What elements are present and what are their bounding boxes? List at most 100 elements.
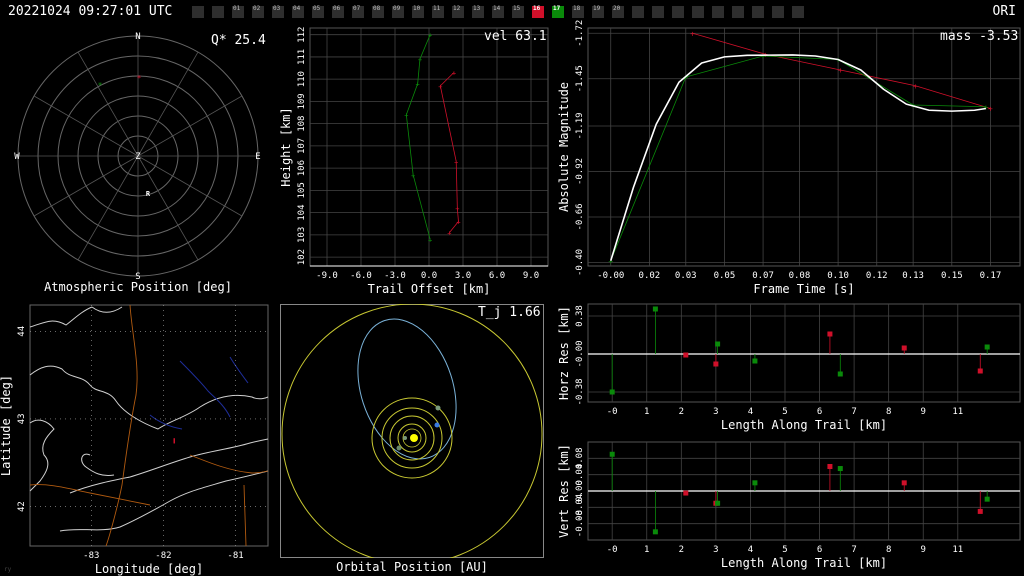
mass-label: mass -3.53 <box>940 29 1019 44</box>
y-tick-label: 102 <box>297 249 307 265</box>
residual-point <box>977 508 983 514</box>
station-cell <box>672 6 684 18</box>
x-tick-label: 1 <box>644 407 649 417</box>
x-tick-label: 5 <box>782 407 787 417</box>
x-tick-label: 6 <box>817 407 822 417</box>
x-tick-label: 1 <box>644 545 649 555</box>
residual-point <box>977 368 983 374</box>
residual-point <box>901 345 907 351</box>
station-cell: 02 <box>252 5 264 18</box>
polar-spoke <box>137 95 243 157</box>
x-tick-label: 6 <box>817 545 822 555</box>
station-cell: 18 <box>572 5 584 18</box>
trail-point: + <box>416 81 420 89</box>
station-cell-label: 20 <box>613 5 621 12</box>
compass-w: W <box>14 152 20 162</box>
compass-zenith: Z <box>135 152 141 162</box>
y-tick-label: 109 <box>297 93 307 109</box>
shower-code: ORI <box>992 4 1016 19</box>
x-tick-label: 0.03 <box>675 271 697 281</box>
planet-marker-3 <box>396 445 402 451</box>
x-tick-label: 4 <box>748 545 753 555</box>
vel-label: vel 63.1 <box>484 29 547 44</box>
atmospheric-title: Atmospheric Position [deg] <box>44 280 232 294</box>
station-cell: 14 <box>492 5 504 18</box>
residual-point <box>713 361 719 367</box>
x-tick-label: 0.0 <box>421 271 437 281</box>
polar-spoke <box>33 155 139 217</box>
station-cell: 11 <box>432 5 444 18</box>
x-tick-label: 9 <box>921 545 926 555</box>
station-cell-label: 04 <box>293 5 301 12</box>
x-tick-label: 3 <box>713 545 718 555</box>
x-tick-label: 4 <box>748 407 753 417</box>
y-tick-label: -0.66 <box>575 203 585 230</box>
station-cell-label: 14 <box>493 5 501 12</box>
x-axis-label: Longitude [deg] <box>95 562 203 576</box>
y-tick-label: 103 <box>297 227 307 243</box>
x-tick-label: 8 <box>886 545 891 555</box>
planet-marker <box>435 405 441 411</box>
polar-spoke <box>33 95 139 157</box>
x-tick-label: -3.0 <box>384 271 406 281</box>
y-axis-label: Height [km] <box>280 107 293 186</box>
polar-spoke <box>77 155 139 261</box>
magnitude-point: + <box>761 52 766 61</box>
x-axis-label: Frame Time [s] <box>753 282 854 296</box>
x-tick-label: -9.0 <box>316 271 338 281</box>
station-cell <box>692 6 704 18</box>
station-cell-label: 10 <box>413 5 421 12</box>
station-cell-label: 13 <box>473 5 481 12</box>
horizontal-residual-chart: -0 1 2 3 4 5 6 7 8 9 11 0.38 -0.00 -0.38 Length Along … <box>557 303 1021 432</box>
magnitude-point: + <box>983 103 988 112</box>
station-cell <box>732 6 744 18</box>
trail-point: + <box>428 236 432 244</box>
station-cell-label: 08 <box>373 5 381 12</box>
x-tick-label: 0.15 <box>941 271 963 281</box>
sun-marker <box>410 434 418 442</box>
atmospheric-polar-plot: N S E W Z R * * <box>14 32 260 280</box>
x-tick-label: 11 <box>952 407 963 417</box>
station-cell: 07 <box>352 5 364 18</box>
x-tick-label: 0.17 <box>980 271 1002 281</box>
magnitude-point: + <box>913 82 918 91</box>
y-axis-label: Latitude [deg] <box>0 375 13 476</box>
orbit-plot <box>280 304 544 558</box>
x-tick-label: 6.0 <box>489 271 505 281</box>
x-tick-label: 0.13 <box>902 271 924 281</box>
footer-mark: ry <box>4 566 12 573</box>
station-cell: 01 <box>232 5 244 18</box>
station-cell: 04 <box>292 5 304 18</box>
trail-point: + <box>411 172 415 180</box>
station-cell-label: 01 <box>233 5 241 12</box>
station-cell <box>632 6 644 18</box>
y-axis-label: Vert Res [km] <box>557 444 571 538</box>
station-cell: 12 <box>452 5 464 18</box>
x-tick-label: 11 <box>952 545 963 555</box>
station-cell <box>792 6 804 18</box>
residual-point <box>984 344 990 350</box>
trail-point: + <box>438 83 442 91</box>
residual-point <box>609 389 615 395</box>
x-tick-label: 0.02 <box>639 271 661 281</box>
y-tick-label: -0.38 <box>575 378 585 405</box>
x-tick-label: 0.08 <box>789 271 811 281</box>
x-axis-label: Length Along Trail [km] <box>721 418 887 432</box>
station-cell <box>212 6 224 18</box>
x-tick-label: -0.00 <box>597 271 624 281</box>
station-cell-label: 02 <box>253 5 261 12</box>
timestamp: 20221024 09:27:01 UTC <box>8 4 173 19</box>
y-axis-label: Horz Res [km] <box>557 306 571 400</box>
x-tick-label: 9.0 <box>523 271 539 281</box>
y-axis-label: Absolute Magnitude <box>557 82 571 212</box>
polar-spoke <box>137 155 243 217</box>
x-tick-label: 0.12 <box>866 271 888 281</box>
magnitude-point: + <box>988 105 993 114</box>
station-cell-label: 05 <box>313 5 321 12</box>
station-cell <box>772 6 784 18</box>
station-cell: 15 <box>512 5 524 18</box>
x-tick-label: 3.0 <box>455 271 471 281</box>
station-cell-label: 18 <box>573 5 581 12</box>
residual-point <box>715 341 721 347</box>
residual-point <box>683 490 689 496</box>
